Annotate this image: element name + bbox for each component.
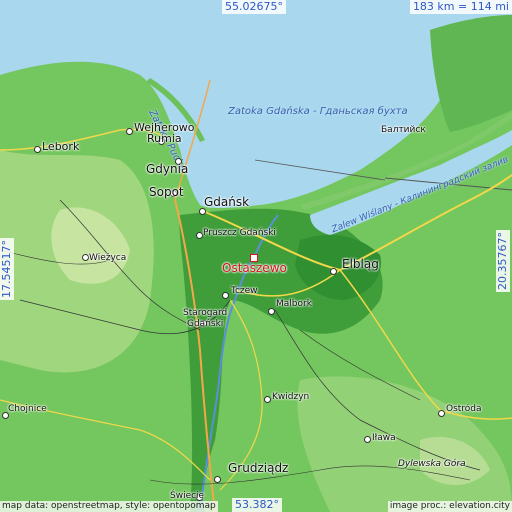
- ilawa-marker: [364, 436, 371, 443]
- wiezyca-marker: [82, 254, 89, 261]
- attribution-right: image proc.: elevation.city: [387, 501, 512, 512]
- gdynia-label: Gdynia: [146, 162, 189, 176]
- ostroda-marker: [438, 410, 445, 417]
- tczew-marker: [222, 292, 229, 299]
- gdansk-label: Gdańsk: [204, 195, 250, 209]
- wejherowo-marker: [126, 128, 133, 135]
- coord-right: 20.35767°: [496, 230, 510, 292]
- dylewska-label: Dylewska Góra: [398, 459, 466, 469]
- rumia-label: Rumia: [147, 132, 182, 145]
- pruszcz-marker: [196, 232, 203, 239]
- elblag-label: Elbląg: [342, 257, 379, 271]
- baltiysk-label: Балтийск: [381, 125, 426, 135]
- grudziadz-marker: [214, 476, 221, 483]
- attribution-left: map data: openstreetmap, style: opentopo…: [0, 501, 218, 512]
- lebork-label: Lebork: [42, 140, 80, 153]
- kwidzyn-label: Kwidzyn: [272, 392, 310, 402]
- ostroda-label: Ostróda: [446, 404, 482, 414]
- wiezyca-label: Wieżyca: [89, 253, 127, 263]
- ilawa-label: Iława: [372, 433, 396, 443]
- gdansk-marker: [199, 208, 206, 215]
- lebork-marker: [34, 146, 41, 153]
- scale-label: 183 km = 114 mi: [409, 0, 512, 14]
- gdansk-bay-label: Zatoka Gdańska - Гданьская бухта: [228, 106, 408, 117]
- kwidzyn-marker: [264, 396, 271, 403]
- sopot-label: Sopot: [149, 185, 184, 199]
- tczew-label: Tczew: [231, 286, 258, 296]
- coord-top: 55.02675°: [222, 0, 286, 14]
- coord-left: 17.54517°: [0, 238, 14, 300]
- map-view[interactable]: Zatoka Pucka Zatoka Gdańska - Гданьская …: [0, 0, 512, 512]
- starogard-label-2: Gdański: [187, 319, 224, 329]
- chojnice-label: Chojnice: [8, 404, 47, 414]
- malbork-marker: [268, 308, 275, 315]
- grudziadz-label: Grudziądz: [228, 461, 289, 475]
- pruszcz-label: Pruszcz Gdański: [203, 228, 276, 238]
- ostaszewo-label[interactable]: Ostaszewo: [222, 262, 287, 274]
- elblag-marker: [330, 268, 337, 275]
- malbork-label: Malbork: [276, 299, 312, 309]
- coord-bottom: 53.382°: [232, 498, 282, 512]
